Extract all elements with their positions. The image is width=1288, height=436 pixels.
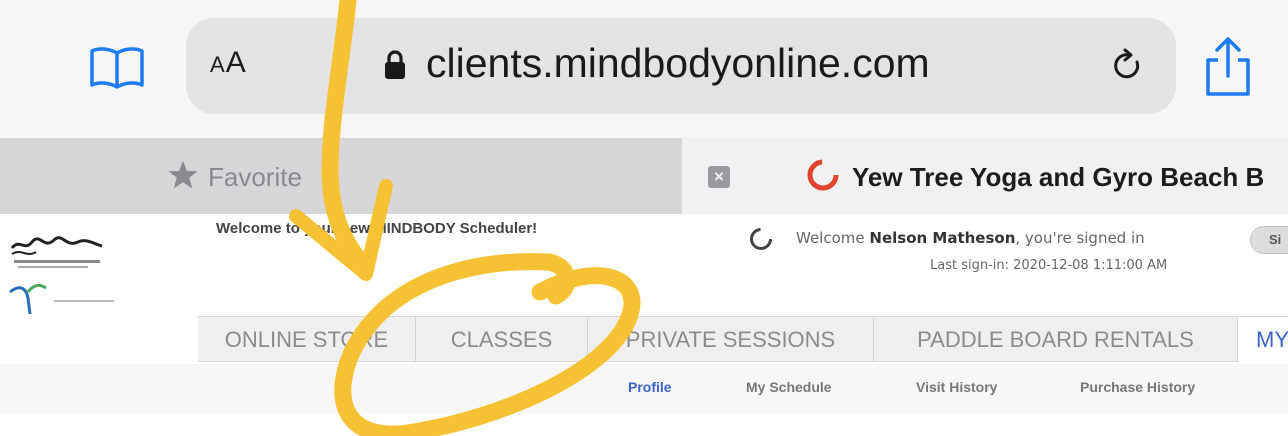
sub-nav: Profile My Schedule Visit History Purcha… — [0, 364, 1288, 414]
nav-tab-paddle-board-rentals[interactable]: PADDLE BOARD RENTALS — [874, 317, 1238, 362]
url-text: clients.mindbodyonline.com — [426, 40, 930, 86]
sub-link-visit-history[interactable]: Visit History — [916, 379, 997, 395]
share-icon[interactable] — [1198, 36, 1258, 98]
browser-toolbar: AA clients.mindbodyonline.com — [0, 0, 1288, 138]
welcome-user-text: Welcome Nelson Matheson, you're signed i… — [796, 229, 1145, 247]
favicon-icon — [806, 158, 840, 192]
sub-link-profile[interactable]: Profile — [628, 379, 672, 395]
tab-title: Yew Tree Yoga and Gyro Beach B — [852, 162, 1265, 192]
address-bar[interactable]: AA clients.mindbodyonline.com — [186, 18, 1176, 114]
sub-link-purchase-history[interactable]: Purchase History — [1080, 379, 1195, 395]
lock-icon — [384, 50, 406, 80]
book-icon[interactable] — [88, 45, 146, 91]
tab-strip: Favorite × Yew Tree Yoga and Gyro Beach … — [0, 138, 1288, 214]
spinner-icon — [748, 226, 774, 252]
nav-tab-my-info[interactable]: MY — [1238, 317, 1288, 362]
tab-favorites[interactable]: Favorite — [0, 138, 682, 214]
nav-tab-private-sessions[interactable]: PRIVATE SESSIONS — [588, 317, 874, 362]
reload-icon[interactable] — [1110, 48, 1146, 84]
sub-link-my-schedule[interactable]: My Schedule — [746, 379, 832, 395]
nav-tab-classes[interactable]: CLASSES — [416, 317, 588, 362]
user-name: Nelson Matheson — [869, 229, 1016, 247]
web-page: Welcome to your new MINDBODY Scheduler! … — [0, 214, 1288, 436]
star-icon — [168, 160, 198, 190]
close-icon[interactable]: × — [708, 166, 730, 188]
nav-tab-online-store[interactable]: ONLINE STORE — [198, 317, 416, 362]
tab-favorites-label: Favorite — [208, 162, 302, 192]
studio-logo[interactable] — [6, 222, 126, 322]
main-nav: ONLINE STORE CLASSES PRIVATE SESSIONS PA… — [198, 316, 1288, 362]
welcome-banner: Welcome to your new MINDBODY Scheduler! — [216, 220, 538, 237]
sign-out-button[interactable]: Si — [1250, 226, 1288, 254]
reader-text-size-button[interactable]: AA — [210, 46, 247, 80]
tab-active[interactable]: × Yew Tree Yoga and Gyro Beach B — [682, 138, 1288, 214]
last-signin: Last sign-in: 2020-12-08 1:11:00 AM — [930, 258, 1168, 273]
